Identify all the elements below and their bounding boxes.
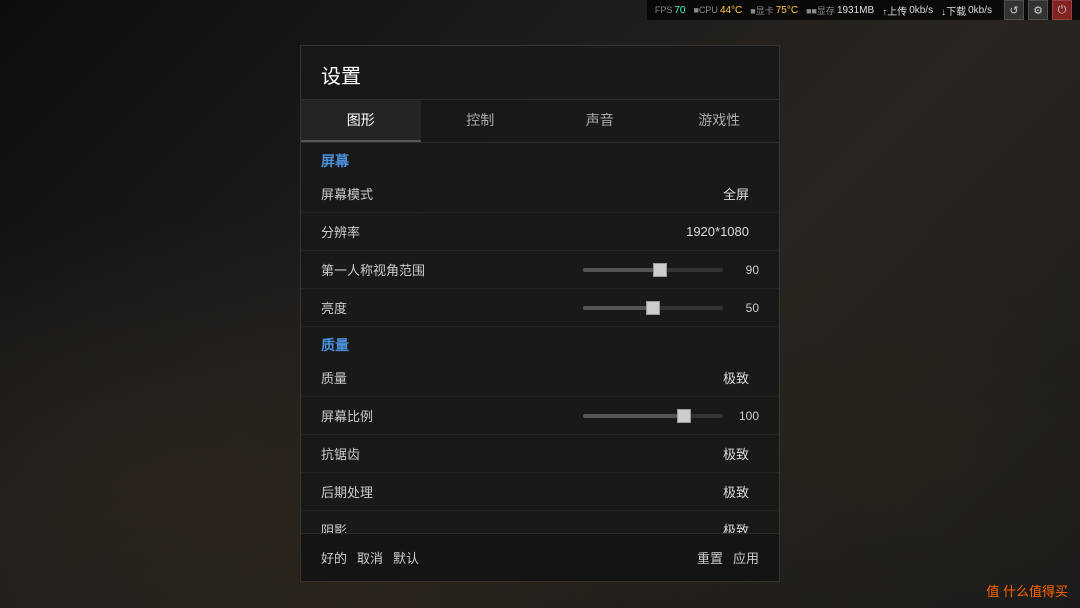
- cancel-button[interactable]: 取消: [357, 546, 383, 569]
- antialiasing-label: 抗锯齿: [321, 444, 461, 463]
- settings-button[interactable]: ⚙: [1028, 0, 1048, 20]
- shadows-label: 阴影: [321, 520, 461, 533]
- brightness-label: 亮度: [321, 298, 461, 317]
- resolution-row: 分辨率 1920*1080: [301, 213, 779, 251]
- brightness-slider-fill: [583, 306, 653, 310]
- aspect-slider-fill: [583, 414, 684, 418]
- settings-tabs: 图形 控制 声音 游戏性: [301, 100, 779, 143]
- antialiasing-row: 抗锯齿 极致: [301, 435, 779, 473]
- section-screen-header: 屏幕: [301, 143, 779, 175]
- cpu-display: ■CPU 44°C: [693, 5, 742, 16]
- shadows-row: 阴影 极致: [301, 511, 779, 533]
- tab-controls[interactable]: 控制: [421, 100, 541, 142]
- screen-mode-row: 屏幕模式 全屏: [301, 175, 779, 213]
- reset-button[interactable]: 重置: [697, 546, 723, 569]
- aspect-slider-container: 100: [461, 409, 759, 423]
- fov-slider-container: 90: [461, 263, 759, 277]
- download-value: ↓下载: [941, 3, 966, 18]
- brightness-slider-track[interactable]: [583, 306, 723, 310]
- cpu-label: ■CPU: [693, 5, 717, 15]
- quality-value[interactable]: 极致: [461, 368, 749, 387]
- close-button[interactable]: ⏻: [1052, 0, 1072, 20]
- refresh-button[interactable]: ↺: [1004, 0, 1024, 20]
- aspect-value: 100: [729, 409, 759, 423]
- fov-row: 第一人称视角范围 90: [301, 251, 779, 289]
- brightness-row: 亮度 50: [301, 289, 779, 327]
- ram-display: ■■显存 1931MB: [806, 4, 874, 17]
- postprocess-label: 后期处理: [321, 482, 461, 501]
- postprocess-value[interactable]: 极致: [461, 482, 749, 501]
- fov-slider-fill: [583, 268, 660, 272]
- status-bar: FPS 70 ■CPU 44°C ■显卡 75°C ■■显存 1931MB ↑上…: [647, 0, 1080, 20]
- aspect-slider-thumb[interactable]: [677, 409, 691, 423]
- fov-label: 第一人称视角范围: [321, 260, 461, 279]
- fov-slider-track[interactable]: [583, 268, 723, 272]
- fov-slider-thumb[interactable]: [653, 263, 667, 277]
- default-button[interactable]: 默认: [393, 546, 419, 569]
- tab-graphics[interactable]: 图形: [301, 100, 421, 142]
- antialiasing-value[interactable]: 极致: [461, 444, 749, 463]
- gpu-value: 75°C: [776, 5, 798, 16]
- screen-mode-value[interactable]: 全屏: [461, 184, 749, 203]
- brightness-value: 50: [729, 301, 759, 315]
- tab-audio[interactable]: 声音: [540, 100, 660, 142]
- aspect-slider-track[interactable]: [583, 414, 723, 418]
- settings-title: 设置: [301, 46, 779, 100]
- settings-footer: 好的 取消 默认 重置 应用: [301, 533, 779, 581]
- upload-num: 0kb/s: [909, 5, 933, 16]
- footer-right-buttons: 重置 应用: [697, 546, 759, 569]
- section-quality-header: 质量: [301, 327, 779, 359]
- settings-content: 屏幕 屏幕模式 全屏 分辨率 1920*1080 第一人称视角范围 90 亮度: [301, 143, 779, 533]
- fps-value: 70: [674, 5, 685, 16]
- quality-row: 质量 极致: [301, 359, 779, 397]
- settings-window: 设置 图形 控制 声音 游戏性 屏幕 屏幕模式 全屏 分辨率 1920*1080…: [300, 45, 780, 582]
- window-controls: ↺ ⚙ ⏻: [1004, 0, 1072, 20]
- fps-label: FPS: [655, 5, 673, 15]
- resolution-label: 分辨率: [321, 222, 461, 241]
- aspect-ratio-row: 屏幕比例 100: [301, 397, 779, 435]
- fov-value: 90: [729, 263, 759, 277]
- cpu-value: 44°C: [720, 5, 742, 16]
- quality-label: 质量: [321, 368, 461, 387]
- ram-label: ■■显存: [806, 4, 835, 17]
- ram-value: 1931MB: [837, 5, 874, 16]
- apply-button[interactable]: 应用: [733, 546, 759, 569]
- tab-gameplay[interactable]: 游戏性: [660, 100, 780, 142]
- gpu-label: ■显卡: [750, 4, 773, 17]
- postprocess-row: 后期处理 极致: [301, 473, 779, 511]
- brightness-slider-container: 50: [461, 301, 759, 315]
- fps-display: FPS 70: [655, 5, 686, 16]
- download-display: ↓下载 0kb/s: [941, 3, 992, 18]
- resolution-value[interactable]: 1920*1080: [461, 224, 749, 239]
- brightness-slider-thumb[interactable]: [646, 301, 660, 315]
- ok-button[interactable]: 好的: [321, 546, 347, 569]
- aspect-ratio-label: 屏幕比例: [321, 406, 461, 425]
- download-num: 0kb/s: [968, 5, 992, 16]
- shadows-value[interactable]: 极致: [461, 520, 749, 533]
- gpu-display: ■显卡 75°C: [750, 4, 798, 17]
- watermark: 值 什么值得买: [986, 581, 1068, 600]
- upload-display: ↑上传 0kb/s: [882, 3, 933, 18]
- footer-left-buttons: 好的 取消 默认: [321, 546, 419, 569]
- screen-mode-label: 屏幕模式: [321, 184, 461, 203]
- upload-value: ↑上传: [882, 3, 907, 18]
